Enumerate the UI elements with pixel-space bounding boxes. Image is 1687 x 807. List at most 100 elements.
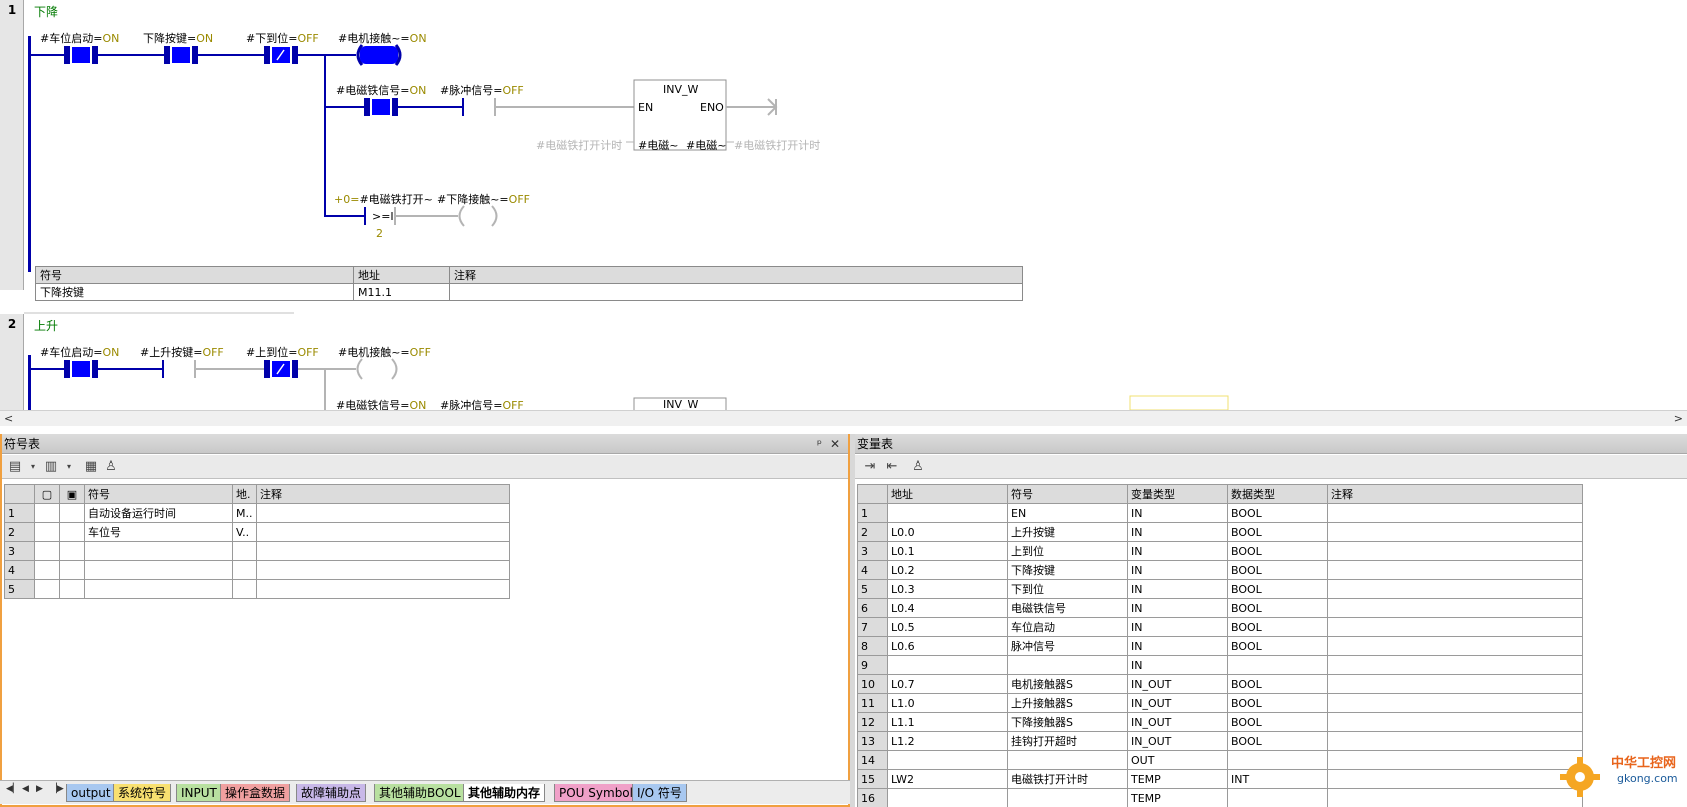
first-tab-icon[interactable]: ◀▏ [6,784,20,794]
variable-apply-icon[interactable]: ♙ [909,458,927,476]
symbol-table-panel: 符号表 ᵖ ✕ ▤ ▾ ▥ ▾ ▦ ♙ ▢ ▣ 符号 地. 注释 1 自动设备运行… [0,434,850,807]
n1-table-cell-symbol[interactable]: 下降按键 [35,283,354,301]
insert-variable-icon[interactable]: ⇥ [861,458,879,476]
n1-contact-3-label: #下到位=OFF [246,32,319,45]
n1-compare-op: >=I [372,210,394,223]
table-row[interactable]: 13 L1.2 挂钩打开超时 IN_OUT BOOL [857,731,1583,751]
ladder-editor[interactable]: 1 下降 2 上升 #车位启动=ON 下降按键=ON #下到位=OFF #电机接… [0,0,1687,412]
n1-block-en: EN [638,101,654,114]
variable-panel-toolbar: ⇥ ⇤ ♙ [855,455,1687,479]
table-row[interactable]: 8 L0.6 脉冲信号 IN BOOL [857,636,1583,656]
table-row[interactable]: 10 L0.7 电机接触器S IN_OUT BOOL [857,674,1583,694]
table-row[interactable]: 2 L0.0 上升按键 IN BOOL [857,522,1583,542]
table-row[interactable]: 7 L0.5 车位启动 IN BOOL [857,617,1583,637]
table-row[interactable]: 16 TEMP [857,788,1583,807]
close-icon[interactable]: ✕ [830,434,840,454]
table-row[interactable]: 6 L0.4 电磁铁信号 IN BOOL [857,598,1583,618]
symbol-grid: ▢ ▣ 符号 地. 注释 1 自动设备运行时间 M.. 2 车位号 V.. 3 4 5 [4,484,510,599]
table-row[interactable]: 11 L1.0 上升接触器S IN_OUT BOOL [857,693,1583,713]
symbol-panel-toolbar: ▤ ▾ ▥ ▾ ▦ ♙ [2,455,848,479]
table-row[interactable]: 14 OUT [857,750,1583,770]
var-type-col-header: 变量类型 [1127,484,1228,504]
symbol-panel-title-bar: 符号表 ᵖ ✕ [2,434,848,454]
tab-3[interactable]: 操作盒数据 [220,784,291,802]
table-row[interactable]: 4 L0.2 下降按键 IN BOOL [857,560,1583,580]
watermark-url: gkong.com [1617,772,1678,785]
variable-panel-title: 变量表 [857,437,894,451]
gear-icon [1560,757,1600,797]
tab-4[interactable]: 故障辅助点 [296,784,367,802]
table-row[interactable]: 1 自动设备运行时间 M.. [4,503,510,523]
watermark-text: 中华工控网 [1611,756,1677,771]
n1-contact-4-label: #电磁铁信号=ON [336,84,427,97]
table-row[interactable]: 12 L1.1 下降接触器S IN_OUT BOOL [857,712,1583,732]
scroll-right-icon[interactable]: > [1674,412,1683,425]
scroll-left-icon[interactable]: < [4,412,13,425]
n1-block-in-var: #电磁铁打开计时 [536,139,623,152]
table-row[interactable]: 3 L0.1 上到位 IN BOOL [857,541,1583,561]
tab-0[interactable]: output [66,784,116,802]
table-row[interactable]: 15 LW2 电磁铁打开计时 TEMP INT [857,769,1583,789]
n1-block-name: INV_W [663,83,699,96]
prev-tab-icon[interactable]: ◀ [22,784,29,794]
tab-1[interactable]: 系统符号 [113,784,172,802]
n1-coil-2-label: #下降接触~=OFF [437,193,530,206]
symbol-panel-title: 符号表 [4,437,41,451]
tab-2[interactable]: INPUT [176,784,222,802]
n1-symbol-comment-table: 符号 地址 注释 下降按键 M11.1 [35,266,1023,301]
table-row[interactable]: 3 [4,541,510,561]
next-tab-icon[interactable]: ▶ [36,784,43,794]
watermark-logo: 中华工控网 gkong.com [1555,748,1685,804]
chevron-down-icon[interactable]: ▾ [24,458,42,476]
column-status-icon: ▢ [34,484,60,504]
editor-horizontal-scrollbar[interactable]: < > [0,410,1687,426]
n1-table-header-address: 地址 [353,266,450,284]
tab-5[interactable]: 其他辅助BOOL [374,784,466,802]
tab-6[interactable]: 其他辅助内存 [463,784,546,802]
n1-table-header-symbol: 符号 [35,266,354,284]
insert-row-icon[interactable]: ▤ [6,458,24,476]
symbol-apply-icon[interactable]: ♙ [102,458,120,476]
table-row[interactable]: 1 EN IN BOOL [857,503,1583,523]
table-view-icon[interactable]: ▦ [82,458,100,476]
n1-contact-2-label: 下降按键=ON [143,32,214,45]
n2-contact-3-label: #上到位=OFF [246,346,319,359]
last-tab-icon[interactable]: ▕▶ [50,784,64,794]
table-row[interactable]: 4 [4,560,510,580]
tab-8[interactable]: I/O 符号 [632,784,687,802]
n2-coil-1-label: #电机接触~=OFF [338,346,431,359]
n1-table-header-comment: 注释 [449,266,1023,284]
table-row[interactable]: 2 车位号 V.. [4,522,510,542]
tab-7[interactable]: POU Symbols [554,784,645,802]
n1-block-out-param: #电磁~ [686,139,727,152]
comment-col-header: 注释 [256,484,510,504]
symbol-table-tab-bar: ◀▏ ◀ ▶ ▕▶ output 系统符号 INPUT 操作盒数据 故障辅助点 其他辅助B… [0,780,850,804]
data-type-col-header: 数据类型 [1227,484,1328,504]
table-row[interactable]: 9 IN [857,655,1583,675]
delete-row-icon[interactable]: ▥ [42,458,60,476]
variable-grid: 地址 符号 变量类型 数据类型 注释 1 EN IN BOOL 2 L0.0 上升按键 IN B… [857,484,1583,807]
n1-compare-value: 2 [376,227,383,240]
column-status-icon: ▣ [59,484,85,504]
n1-block-out-var: #电磁铁打开计时 [734,139,821,152]
n1-coil-1-label: #电机接触~=ON [338,32,427,45]
comment-col-header: 注释 [1327,484,1583,504]
table-row[interactable]: 5 L0.3 下到位 IN BOOL [857,579,1583,599]
symbol-col-header: 符号 [1007,484,1128,504]
n1-contact-5-label: #脉冲信号=OFF [440,84,524,97]
n1-table-cell-address[interactable]: M11.1 [353,283,450,301]
n1-block-eno: ENO [700,101,724,114]
n2-contact-1-label: #车位启动=ON [40,346,120,359]
address-col-header: 地. [232,484,257,504]
table-row[interactable]: 5 [4,579,510,599]
n1-block-in-param: #电磁~ [638,139,679,152]
n1-contact-1-label: #车位启动=ON [40,32,120,45]
n2-contact-2-label: #上升按键=OFF [140,346,224,359]
pin-icon[interactable]: ᵖ [817,434,822,454]
n1-table-cell-comment[interactable] [449,283,1023,301]
delete-variable-icon[interactable]: ⇤ [883,458,901,476]
symbol-col-header: 符号 [84,484,233,504]
variable-panel-title-bar: 变量表 [855,434,1687,454]
chevron-down-icon[interactable]: ▾ [60,458,78,476]
address-col-header: 地址 [887,484,1008,504]
